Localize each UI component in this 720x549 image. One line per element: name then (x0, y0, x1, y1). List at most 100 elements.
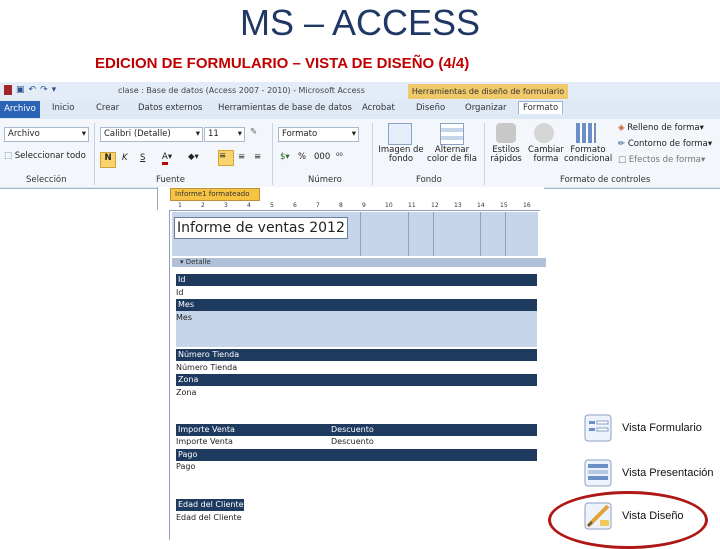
section-arrow-icon: ▾ (180, 258, 184, 266)
ruler-number: 9 (362, 202, 366, 209)
save-icon[interactable]: ▣ (16, 85, 25, 95)
ribbon-tabs: Archivo Inicio Crear Datos externos Herr… (0, 101, 720, 118)
background-image-button[interactable]: Imagen de fondo (378, 146, 424, 164)
ruler-number: 14 (477, 202, 485, 209)
object-selector[interactable]: Archivo ▾ (4, 127, 89, 142)
fill-shape-label: Relleno de forma (627, 123, 700, 133)
pago-textbox[interactable]: Pago (176, 461, 195, 472)
ruler-number: 2 (201, 202, 205, 209)
zona-textbox[interactable]: Zona (176, 387, 196, 398)
customize-icon[interactable]: ▾ (52, 85, 57, 95)
layout-view-label: Vista Presentación (622, 467, 714, 479)
mes-label[interactable]: Mes (176, 299, 537, 311)
redo-icon[interactable]: ↷ (40, 85, 48, 95)
tab-formato[interactable]: Formato (518, 101, 564, 114)
tab-archivo[interactable]: Archivo (0, 101, 40, 118)
mes-textbox-area[interactable] (176, 311, 537, 347)
access-logo-icon[interactable] (4, 85, 12, 95)
descuento-label[interactable]: Descuento (331, 424, 374, 436)
percent-button[interactable]: % (298, 152, 306, 162)
font-color-icon[interactable]: A▾ (162, 152, 172, 165)
alternate-row-icon[interactable] (440, 123, 464, 145)
separator (94, 123, 95, 185)
document-tab[interactable]: Informe1 formateado (170, 188, 260, 201)
tab-inicio[interactable]: Inicio (52, 103, 75, 113)
select-all-label: Seleccionar todo (14, 151, 86, 161)
conditional-format-button[interactable]: Formato condicional (564, 146, 612, 164)
font-name-value: Calibri (Detalle) (104, 129, 171, 139)
form-view-label: Vista Formulario (622, 422, 702, 434)
id-label[interactable]: Id (176, 274, 537, 286)
tienda-textbox[interactable]: Número Tienda (176, 362, 237, 373)
font-name-field[interactable]: Calibri (Detalle) ▾ (100, 127, 203, 142)
group-label-numero: Número (308, 175, 342, 185)
edad-label[interactable]: Edad del Cliente (176, 499, 244, 511)
form-view-option[interactable]: Vista Formulario (584, 410, 714, 448)
importe-textbox[interactable]: Importe Venta (176, 437, 233, 446)
descuento-textbox[interactable]: Descuento (331, 436, 374, 447)
form-view-icon (584, 414, 612, 442)
importe-descuento-values: Importe Venta Descuento (176, 436, 537, 447)
alternate-row-button[interactable]: Alternar color de fila (424, 146, 480, 164)
ruler-number: 7 (316, 202, 320, 209)
fill-shape-button[interactable]: ◈ Relleno de forma▾ (618, 123, 704, 133)
ruler-number: 10 (385, 202, 393, 209)
access-window: ▣ ↶ ↷ ▾ clase : Base de datos (Access 20… (0, 82, 720, 189)
window-title: clase : Base de datos (Access 2007 - 201… (118, 86, 365, 95)
decimals-icon[interactable]: ⁰⁰ (336, 152, 343, 162)
report-title-control[interactable]: Informe de ventas 2012 (174, 217, 348, 239)
select-all-button[interactable]: ⬚ Seleccionar todo (4, 151, 86, 161)
ruler-number: 16 (523, 202, 531, 209)
change-shape-icon[interactable] (534, 123, 554, 143)
ruler-number: 12 (431, 202, 439, 209)
thousands-button[interactable]: 000 (314, 152, 330, 162)
tab-organizar[interactable]: Organizar (465, 103, 507, 113)
conditional-format-icon[interactable] (576, 123, 596, 143)
fill-icon: ◈ (618, 123, 625, 133)
currency-icon[interactable]: $▾ (280, 152, 290, 162)
fill-color-icon[interactable]: ◆▾ (188, 152, 199, 162)
zona-label[interactable]: Zona (176, 374, 537, 386)
ruler-number: 3 (224, 202, 228, 209)
ribbon-panel: Archivo ▾ ⬚ Seleccionar todo Selección C… (0, 119, 720, 187)
separator (372, 123, 373, 185)
mes-textbox[interactable]: Mes (176, 312, 192, 323)
tab-acrobat[interactable]: Acrobat (362, 103, 395, 113)
chevron-down-icon: ▾ (81, 129, 86, 139)
grid-line (433, 212, 434, 256)
layout-view-option[interactable]: Vista Presentación (584, 455, 714, 493)
change-shape-button[interactable]: Cambiar forma (526, 146, 566, 164)
outline-shape-button[interactable]: ✏ Contorno de forma▾ (618, 139, 712, 149)
tienda-label[interactable]: Número Tienda (176, 349, 537, 361)
grid-line (505, 212, 506, 256)
outline-shape-label: Contorno de forma (627, 139, 708, 149)
tab-crear[interactable]: Crear (96, 103, 119, 113)
id-textbox[interactable]: Id (176, 287, 183, 298)
tab-datos-externos[interactable]: Datos externos (138, 103, 202, 113)
italic-button[interactable]: K (122, 153, 128, 163)
edad-textbox[interactable]: Edad del Cliente (176, 512, 242, 523)
tab-diseno[interactable]: Diseño (416, 103, 445, 113)
layout-view-icon (584, 459, 612, 487)
underline-button[interactable]: S (140, 153, 145, 163)
detail-section-bar[interactable]: ▾ Detalle (172, 258, 546, 267)
pago-label[interactable]: Pago (176, 449, 537, 461)
shape-effects-button[interactable]: □ Efectos de forma▾ (618, 155, 705, 165)
bold-button[interactable]: N (100, 152, 116, 168)
quick-styles-icon[interactable] (496, 123, 516, 143)
font-size-field[interactable]: 11 ▾ (204, 127, 245, 142)
format-painter-icon[interactable]: ✎ (250, 127, 257, 137)
undo-icon[interactable]: ↶ (29, 85, 37, 95)
importe-label[interactable]: Importe Venta (178, 425, 235, 434)
align-right-icon[interactable]: ≡ (254, 152, 261, 162)
align-left-icon[interactable]: ≡ (218, 150, 234, 166)
quick-styles-button[interactable]: Estilos rápidos (486, 146, 526, 164)
title-bar: ▣ ↶ ↷ ▾ clase : Base de datos (Access 20… (0, 82, 720, 100)
number-format-field[interactable]: Formato ▾ (278, 127, 359, 142)
chevron-down-icon: ▾ (237, 129, 242, 139)
tab-herramientas-bd[interactable]: Herramientas de base de datos (218, 103, 352, 113)
slide-subtitle: EDICION DE FORMULARIO – VISTA DE DISEÑO … (95, 55, 470, 72)
background-image-icon[interactable] (388, 123, 412, 145)
ruler-number: 6 (293, 202, 297, 209)
align-center-icon[interactable]: ≡ (238, 152, 245, 162)
